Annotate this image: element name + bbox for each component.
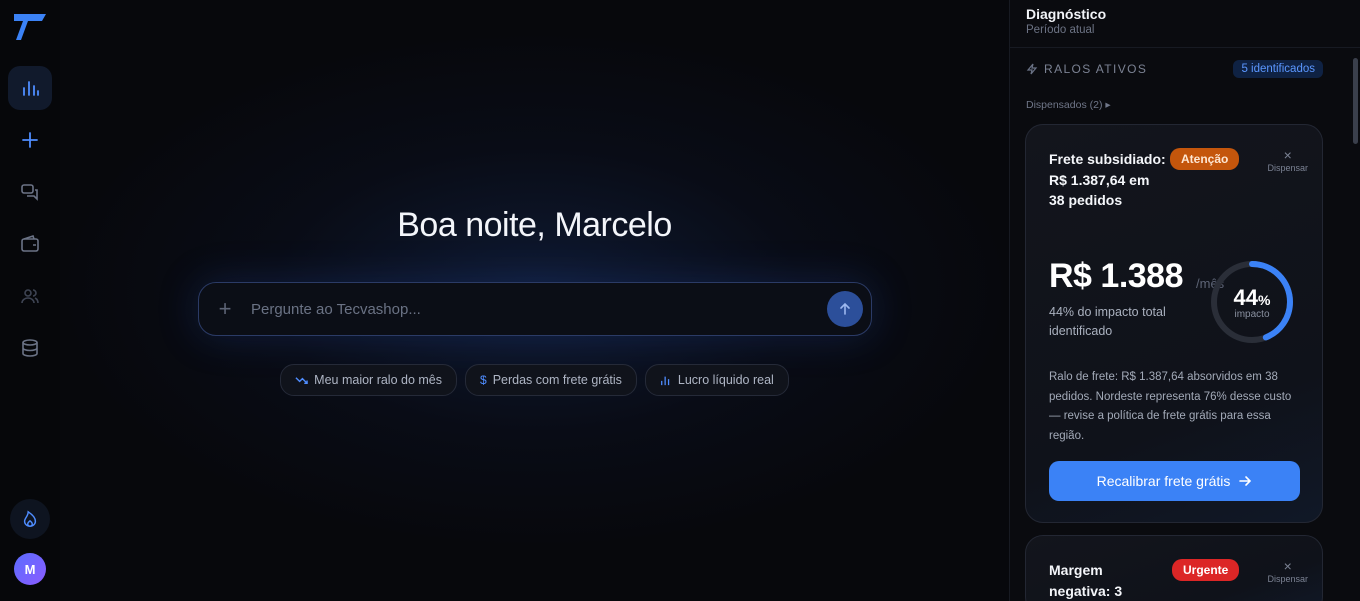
- chip-maior-ralo[interactable]: Meu maior ralo do mês: [280, 364, 457, 396]
- users-icon: [21, 289, 39, 304]
- dismissed-toggle[interactable]: Dispensados (2) ▸: [1026, 99, 1111, 111]
- panel-title: Diagnóstico: [1026, 6, 1107, 22]
- card-amount: R$ 1.388: [1049, 257, 1184, 295]
- send-button[interactable]: [827, 291, 863, 327]
- impact-label: impacto: [1234, 309, 1270, 320]
- sidebar: M: [0, 0, 60, 601]
- dismiss-button[interactable]: × Dispensar: [1267, 558, 1308, 584]
- close-icon: ×: [1283, 147, 1292, 163]
- lightning-icon: [1026, 63, 1038, 75]
- ralos-header: RALOS ATIVOS 5 identificados: [1026, 60, 1323, 78]
- nav-database[interactable]: [8, 326, 52, 370]
- attach-plus-icon[interactable]: +: [199, 296, 251, 322]
- chip-label: Lucro líquido real: [677, 373, 774, 387]
- panel-header: Diagnóstico Período atual: [1010, 0, 1360, 48]
- nav-new[interactable]: [8, 118, 52, 162]
- search-input[interactable]: [251, 300, 827, 318]
- suggestion-chips: Meu maior ralo do mês $ Perdas com frete…: [60, 364, 1009, 396]
- impact-text: 44% do impacto total identificado: [1049, 305, 1166, 338]
- flame-icon: [23, 510, 37, 527]
- identified-badge: 5 identificados: [1233, 60, 1323, 78]
- arrow-up-icon: [840, 302, 850, 315]
- dollar-icon: $: [480, 373, 487, 387]
- ralo-card: Frete subsidiado: R$ 1.387,64 em 38 pedi…: [1025, 124, 1323, 523]
- close-icon: ×: [1283, 558, 1292, 574]
- chip-label: Perdas com frete grátis: [492, 373, 622, 387]
- nav-users[interactable]: [8, 274, 52, 318]
- scrollbar[interactable]: [1353, 58, 1358, 144]
- chip-label: Meu maior ralo do mês: [314, 373, 442, 387]
- diagnostic-panel: Diagnóstico Período atual RALOS ATIVOS 5…: [1009, 0, 1360, 601]
- wallet-icon: [21, 234, 39, 252]
- streak-button[interactable]: [10, 499, 50, 539]
- search-box[interactable]: +: [198, 282, 872, 336]
- ralo-card: Margem negativa: 3 Urgente × Dispensar: [1025, 535, 1323, 601]
- chip-lucro-liquido[interactable]: Lucro líquido real: [644, 364, 789, 396]
- impact-value: 44%: [1233, 285, 1271, 310]
- greeting: Boa noite, Marcelo: [397, 206, 672, 244]
- card-title: Margem negativa: 3: [1049, 562, 1123, 599]
- bar-chart-icon: [660, 376, 670, 386]
- card-description: Ralo de frete: R$ 1.387,64 absorvidos em…: [1049, 371, 1292, 442]
- status-badge: Urgente: [1172, 559, 1240, 581]
- nav-chats[interactable]: [8, 170, 52, 214]
- status-badge: Atenção: [1170, 148, 1240, 170]
- database-icon: [22, 339, 38, 357]
- tecvashop-logo[interactable]: [12, 12, 48, 42]
- nav-dashboard[interactable]: [8, 66, 52, 110]
- bar-chart-icon: [23, 81, 39, 96]
- arrow-right-icon: [1239, 476, 1252, 486]
- recalibrate-button[interactable]: Recalibrar frete grátis: [1049, 461, 1300, 501]
- dismiss-button[interactable]: × Dispensar: [1267, 147, 1308, 173]
- trending-down-icon: [295, 376, 308, 384]
- chip-frete-gratis[interactable]: $ Perdas com frete grátis: [465, 364, 637, 396]
- ralos-label: RALOS ATIVOS: [1026, 62, 1147, 76]
- main-area: Boa noite, Marcelo + Meu maior ralo do m…: [60, 0, 1009, 601]
- chat-icon: [21, 184, 38, 201]
- panel-subtitle: Período atual: [1026, 24, 1095, 36]
- nav-wallet[interactable]: [8, 222, 52, 266]
- card-title: Frete subsidiado: R$ 1.387,64 em 38 pedi…: [1049, 151, 1166, 208]
- avatar[interactable]: M: [14, 553, 46, 585]
- plus-icon: [22, 132, 38, 148]
